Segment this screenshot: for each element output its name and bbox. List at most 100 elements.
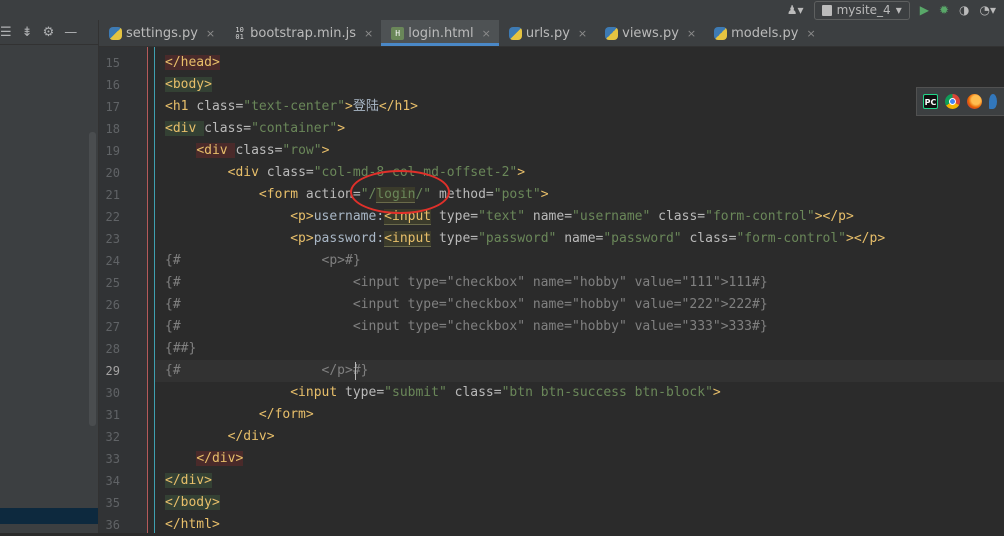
code-line-17: <h1 class="text-center">登陆</h1>	[165, 96, 418, 118]
attr-value: "text"	[478, 209, 526, 224]
html-tag: <h1	[165, 99, 197, 114]
code-line-36: </html>	[165, 514, 220, 533]
tab-label: views.py	[622, 25, 679, 41]
attr-name: class=	[235, 143, 283, 158]
attr-name: class=	[681, 231, 737, 246]
firefox-icon[interactable]	[967, 94, 982, 109]
html-tag: <form	[258, 187, 306, 202]
attr-name: class=	[650, 209, 706, 224]
attr-name: class=	[266, 165, 314, 180]
coverage-icon[interactable]: ◑	[959, 3, 969, 17]
html-tag: </div>	[165, 473, 212, 488]
attr-value: "row"	[282, 143, 322, 158]
line-number: 33	[105, 452, 120, 466]
line-number: 18	[105, 122, 120, 136]
user-dropdown-icon[interactable]: ♟▾	[787, 3, 804, 17]
tab-label: bootstrap.min.js	[250, 25, 356, 41]
python-file-icon	[508, 26, 522, 40]
profile-icon[interactable]: ◔▾	[980, 3, 997, 17]
tab-label: models.py	[731, 25, 799, 41]
code-line-19: <div class="row">	[165, 140, 329, 162]
attr-name: name=	[556, 231, 604, 246]
pycharm-icon[interactable]: PC	[923, 94, 938, 109]
attr-name: class=	[196, 99, 244, 114]
html-tag: <input	[290, 385, 338, 400]
collapse-icon[interactable]: ⇟	[22, 25, 33, 40]
attr-value: "username"	[572, 209, 651, 224]
tab-models-py[interactable]: models.py ×	[704, 20, 824, 46]
code-line-25: {# <input type="checkbox" name="hobby" v…	[165, 275, 768, 290]
code-line-29: {# </p>#}	[165, 363, 369, 378]
tab-login-html[interactable]: H login.html ×	[381, 20, 499, 46]
html-tag: </head>	[165, 55, 220, 70]
code-line-32: </div>	[165, 426, 275, 448]
close-icon[interactable]: ×	[364, 27, 373, 40]
line-number: 15	[105, 56, 120, 70]
attr-name: type=	[431, 231, 479, 246]
html-tag: >	[321, 143, 330, 158]
line-number: 19	[105, 144, 120, 158]
expand-icon[interactable]: ☰	[0, 25, 12, 40]
line-number: 34	[105, 474, 120, 488]
code-line-30: <input type="submit" class="btn btn-succ…	[165, 382, 721, 404]
editor-tab-bar: settings.py × 10 01 bootstrap.min.js × H …	[99, 20, 1004, 47]
attr-name: type=	[337, 385, 385, 400]
html-tag: ></p>	[814, 209, 854, 224]
close-icon[interactable]: ×	[206, 27, 215, 40]
html-tag: <p>	[290, 209, 314, 224]
toolbar-right: ♟▾ mysite_4 ▾ ▶ ✹ ◑ ◔▾	[787, 0, 1004, 20]
python-file-icon	[109, 26, 122, 40]
annotation-circle	[350, 170, 450, 214]
close-icon[interactable]: ×	[482, 27, 491, 40]
line-number: 32	[105, 430, 120, 444]
chevron-down-icon: ▾	[895, 3, 902, 17]
minimize-icon[interactable]: —	[64, 25, 77, 40]
text-node: password:	[313, 231, 385, 246]
tab-bootstrap-min-js[interactable]: 10 01 bootstrap.min.js ×	[223, 20, 381, 46]
attr-name: class=	[446, 385, 502, 400]
line-number: 17	[105, 100, 120, 114]
project-toolbar: ☰ ⇟ ⚙ —	[0, 20, 98, 45]
edge-icon[interactable]	[989, 94, 997, 109]
gear-icon[interactable]: ⚙	[43, 25, 55, 40]
project-scrollbar[interactable]	[89, 132, 96, 426]
close-icon[interactable]: ×	[578, 27, 587, 40]
chrome-icon[interactable]	[945, 94, 960, 109]
html-tag: <p>	[290, 231, 314, 246]
text-node: 登陆	[352, 99, 379, 114]
code-line-27: {# <input type="checkbox" name="hobby" v…	[165, 319, 768, 334]
line-number: 20	[105, 166, 120, 180]
text-caret	[355, 362, 356, 380]
tab-views-py[interactable]: views.py ×	[595, 20, 704, 46]
attr-value: "btn btn-success btn-block"	[501, 385, 713, 400]
html-tag: <div	[227, 165, 267, 180]
run-config-label: mysite_4	[836, 3, 891, 17]
attr-value: "post"	[493, 187, 541, 202]
code-line-22: <p>username:<input type="text" name="use…	[165, 206, 854, 228]
debug-icon[interactable]: ✹	[939, 3, 949, 17]
tab-settings-py[interactable]: settings.py ×	[99, 20, 223, 46]
run-configuration-selector[interactable]: mysite_4 ▾	[813, 0, 910, 20]
code-line-20: <div class="col-md-8 col-md-offset-2">	[165, 162, 525, 184]
attr-value: "container"	[251, 121, 338, 136]
selected-tree-row[interactable]	[0, 508, 98, 524]
html-tag: </html>	[165, 517, 220, 532]
close-icon[interactable]: ×	[687, 27, 696, 40]
attr-value: "submit"	[384, 385, 447, 400]
line-number: 23	[105, 232, 120, 246]
current-line-number: 29	[105, 364, 120, 378]
close-icon[interactable]: ×	[806, 27, 815, 40]
html-tag: <div	[196, 143, 236, 158]
code-editor[interactable]: </head> <body> <h1 class="text-center">登…	[155, 47, 1004, 533]
line-number: 21	[105, 188, 120, 202]
tab-urls-py[interactable]: urls.py ×	[499, 20, 595, 46]
run-icon[interactable]: ▶	[920, 3, 929, 17]
tab-label: login.html	[408, 25, 474, 41]
line-number: 35	[105, 496, 120, 510]
project-tool-window: ☰ ⇟ ⚙ —	[0, 20, 99, 533]
line-number-gutter[interactable]: 15 16 17 18 19 20 21 22 23 24 25 26 27 2…	[99, 47, 147, 533]
